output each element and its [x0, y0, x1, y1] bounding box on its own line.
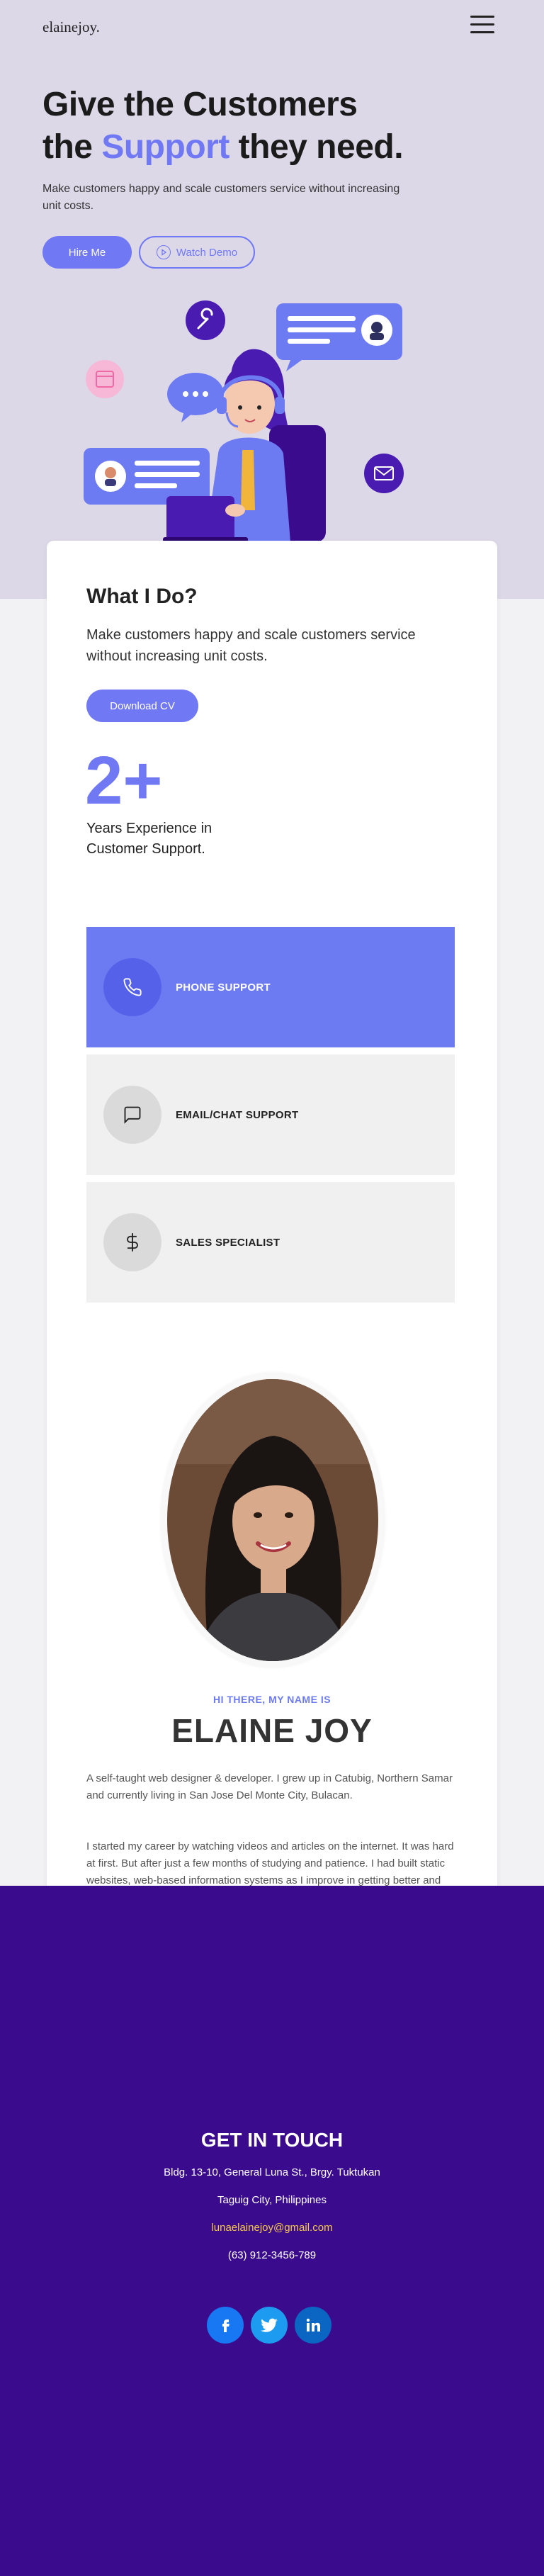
facebook-icon[interactable]: [207, 2307, 244, 2344]
service-label: SALES SPECIALIST: [176, 1236, 280, 1249]
profile-photo: [167, 1379, 378, 1661]
what-i-do-heading: What I Do?: [86, 585, 198, 608]
content-card: What I Do? Make customers happy and scal…: [47, 541, 497, 2005]
profile-photo-frame: [162, 1373, 384, 1667]
address-line-2: Taguig City, Philippines: [217, 2194, 327, 2206]
hamburger-menu-icon[interactable]: [470, 16, 494, 37]
download-cv-button[interactable]: Download CV: [86, 690, 198, 722]
profile-name: ELAINE JOY: [171, 1712, 373, 1749]
site-logo[interactable]: elainejoy.: [42, 18, 100, 36]
social-links: [207, 2307, 337, 2344]
typing-bubble-icon: [167, 373, 224, 422]
contact-footer: GET IN TOUCH Bldg. 13-10, General Luna S…: [0, 1886, 544, 2576]
calendar-icon: [86, 360, 124, 398]
bio-paragraph-1: A self-taught web designer & developer. …: [86, 1772, 453, 1801]
service-phone-support[interactable]: PHONE SUPPORT: [86, 927, 455, 1047]
service-email-chat-support[interactable]: EMAIL/CHAT SUPPORT: [86, 1054, 455, 1175]
customer-support-illustration: [84, 300, 404, 542]
twitter-icon[interactable]: [251, 2307, 288, 2344]
what-i-do-subtitle: Make customers happy and scale customers…: [86, 627, 416, 664]
phone-icon: [103, 958, 162, 1016]
get-in-touch-heading: GET IN TOUCH: [200, 2129, 344, 2151]
message-bubble-right: [276, 303, 402, 371]
service-label: PHONE SUPPORT: [176, 981, 271, 994]
dollar-icon: [103, 1213, 162, 1271]
greeting-label: HI THERE, MY NAME IS: [212, 1694, 332, 1705]
contact-email-link[interactable]: lunaelainejoy@gmail.com: [0, 2222, 544, 2234]
service-sales-specialist[interactable]: SALES SPECIALIST: [86, 1182, 455, 1303]
hero-headline: Give the Customers the Support they need…: [42, 86, 404, 166]
headline-accent: Support: [101, 128, 230, 166]
watch-demo-button[interactable]: Watch Demo: [139, 236, 255, 269]
hero-section: elainejoy. Give the Customers the Suppor…: [0, 0, 544, 599]
chat-bubble-icon: [103, 1086, 162, 1144]
hero-subtitle: Make customers happy and scale customers…: [42, 183, 400, 212]
hire-me-button[interactable]: Hire Me: [42, 236, 132, 269]
years-experience-number: 2+: [85, 743, 163, 819]
service-label: EMAIL/CHAT SUPPORT: [176, 1108, 299, 1121]
years-experience-label: Years Experience in Customer Support.: [86, 821, 212, 857]
wrench-icon: [186, 300, 225, 340]
play-icon: [156, 245, 171, 259]
linkedin-icon[interactable]: [295, 2307, 332, 2344]
contact-phone: (63) 912-3456-789: [227, 2249, 317, 2261]
mail-icon: [364, 454, 404, 493]
address-line-1: Bldg. 13-10, General Luna St., Brgy. Tuk…: [164, 2166, 380, 2178]
